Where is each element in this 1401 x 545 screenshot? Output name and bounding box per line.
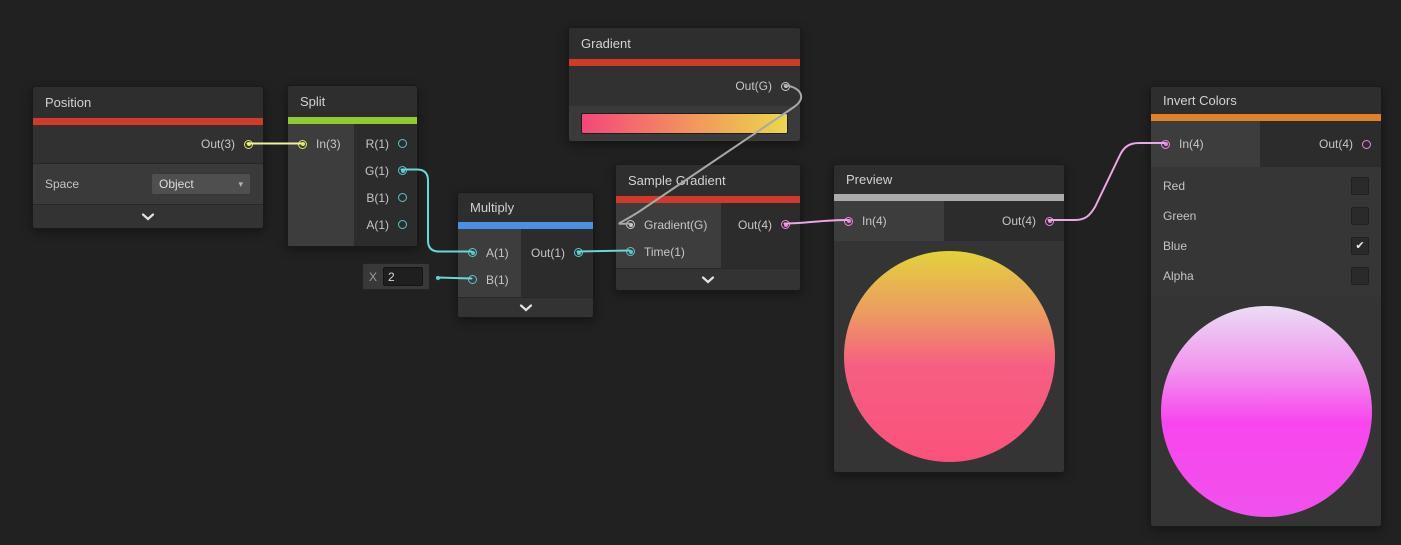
gradient-preview-strip[interactable] bbox=[581, 113, 788, 134]
slot-label-out4: Out(4) bbox=[1318, 137, 1353, 151]
node-title: Gradient bbox=[581, 36, 631, 51]
channel-row-green: Green ✔ bbox=[1151, 201, 1381, 231]
node-preview[interactable]: Preview In(4) Out(4) bbox=[833, 164, 1065, 473]
port-split-a[interactable] bbox=[398, 220, 407, 229]
preview-sphere-image bbox=[1160, 306, 1372, 517]
slot-label-out1: Out(1) bbox=[531, 245, 566, 260]
slot-label-out4: Out(4) bbox=[1001, 214, 1036, 228]
node-position[interactable]: Position Out(3) Space Object ▾ bbox=[32, 86, 264, 229]
port-split-g[interactable] bbox=[398, 166, 407, 175]
slot-label-in4: In(4) bbox=[862, 214, 887, 228]
space-dropdown-value: Object bbox=[159, 177, 194, 191]
collapse-chevron-icon bbox=[701, 275, 715, 283]
port-invertcolors-out[interactable] bbox=[1362, 139, 1371, 149]
channel-label: Red bbox=[1163, 179, 1186, 193]
channel-label: Green bbox=[1163, 209, 1197, 223]
slot-label-a1: A(1) bbox=[486, 245, 509, 260]
node-accent-bar bbox=[616, 196, 800, 203]
node-title: Sample Gradient bbox=[628, 173, 726, 188]
channel-label: Alpha bbox=[1163, 269, 1194, 283]
node-accent-bar bbox=[569, 59, 800, 66]
space-label: Space bbox=[45, 177, 80, 191]
node-title-bar[interactable]: Invert Colors bbox=[1151, 87, 1381, 114]
node-multiply[interactable]: Multiply A(1) B(1) Out(1) bbox=[457, 192, 594, 318]
channel-label: Blue bbox=[1163, 239, 1188, 253]
wire-preview-to-invert-colors[interactable] bbox=[1047, 142, 1166, 221]
node-accent-bar bbox=[1151, 114, 1381, 121]
node-sample-gradient[interactable]: Sample Gradient Gradient(G) Time(1) Out(… bbox=[615, 164, 801, 291]
inline-value-connector-dot bbox=[433, 273, 442, 282]
green-checkbox[interactable]: ✔ bbox=[1351, 207, 1369, 225]
slot-label-b: B(1) bbox=[366, 190, 389, 205]
node-title: Position bbox=[45, 95, 92, 110]
channel-row-alpha: Alpha ✔ bbox=[1151, 261, 1381, 291]
port-split-in[interactable] bbox=[298, 139, 307, 149]
port-samplegradient-time[interactable] bbox=[626, 247, 635, 256]
collapse-footer[interactable] bbox=[33, 204, 263, 228]
port-invertcolors-in[interactable] bbox=[1161, 139, 1170, 149]
channel-row-red: Red ✔ bbox=[1151, 171, 1381, 201]
alpha-checkbox[interactable]: ✔ bbox=[1351, 267, 1369, 285]
node-title: Split bbox=[300, 94, 326, 109]
space-dropdown[interactable]: Object ▾ bbox=[151, 173, 251, 195]
node-split[interactable]: Split In(3) R(1) G(1) B(1) A(1) bbox=[287, 85, 418, 247]
port-split-b[interactable] bbox=[398, 193, 407, 202]
node-title: Invert Colors bbox=[1163, 93, 1237, 108]
node-accent-bar bbox=[458, 222, 593, 229]
node-accent-bar bbox=[834, 194, 1064, 201]
slot-label-in3: In(3) bbox=[316, 137, 341, 151]
collapse-footer[interactable] bbox=[458, 297, 593, 317]
port-gradient-out[interactable] bbox=[781, 81, 790, 91]
node-title-bar[interactable]: Multiply bbox=[458, 193, 593, 222]
red-checkbox[interactable]: ✔ bbox=[1351, 177, 1369, 195]
node-title-bar[interactable]: Gradient bbox=[569, 28, 800, 59]
checkmark-icon: ✔ bbox=[1355, 239, 1365, 252]
multiply-b-inline-value: X bbox=[362, 263, 430, 290]
port-multiply-out[interactable] bbox=[574, 248, 584, 257]
slot-label-r: R(1) bbox=[365, 136, 389, 151]
port-position-out[interactable] bbox=[244, 139, 253, 149]
collapse-chevron-icon bbox=[519, 303, 532, 311]
port-preview-in[interactable] bbox=[844, 216, 853, 226]
node-title-bar[interactable]: Position bbox=[33, 87, 263, 118]
x-field-label: X bbox=[369, 269, 378, 284]
port-samplegradient-gradient[interactable] bbox=[626, 220, 635, 229]
slot-label-out3: Out(3) bbox=[200, 137, 235, 151]
slot-label-out4: Out(4) bbox=[737, 217, 772, 232]
collapse-footer[interactable] bbox=[616, 268, 800, 290]
port-samplegradient-out[interactable] bbox=[781, 220, 790, 229]
slot-label-b1: B(1) bbox=[486, 272, 509, 287]
slot-label-time1: Time(1) bbox=[644, 244, 685, 259]
slot-label-in4: In(4) bbox=[1179, 137, 1204, 151]
channel-row-blue: Blue ✔ bbox=[1151, 231, 1381, 261]
port-split-r[interactable] bbox=[398, 139, 407, 148]
preview-sphere-image bbox=[843, 251, 1055, 462]
node-title-bar[interactable]: Preview bbox=[834, 165, 1064, 194]
node-gradient[interactable]: Gradient Out(G) bbox=[568, 27, 801, 142]
blue-checkbox[interactable]: ✔ bbox=[1351, 237, 1369, 255]
collapse-chevron-icon bbox=[141, 212, 155, 220]
node-accent-bar bbox=[288, 117, 417, 124]
x-value-input[interactable] bbox=[383, 267, 424, 286]
slot-label-gradientg: Gradient(G) bbox=[644, 217, 708, 232]
node-accent-bar bbox=[33, 118, 263, 125]
slot-label-g: G(1) bbox=[365, 163, 389, 178]
node-title: Preview bbox=[846, 172, 893, 187]
node-invert-colors[interactable]: Invert Colors In(4) Out(4) Red ✔ Green bbox=[1150, 86, 1382, 527]
slot-label-outg: Out(G) bbox=[735, 79, 772, 93]
node-title-bar[interactable]: Split bbox=[288, 86, 417, 117]
port-multiply-b[interactable] bbox=[468, 275, 477, 284]
node-title: Multiply bbox=[470, 200, 515, 215]
port-multiply-a[interactable] bbox=[468, 248, 477, 257]
port-preview-out[interactable] bbox=[1045, 216, 1054, 226]
dropdown-arrow-icon: ▾ bbox=[238, 178, 243, 189]
node-title-bar[interactable]: Sample Gradient bbox=[616, 165, 800, 196]
slot-label-a: A(1) bbox=[366, 217, 389, 232]
